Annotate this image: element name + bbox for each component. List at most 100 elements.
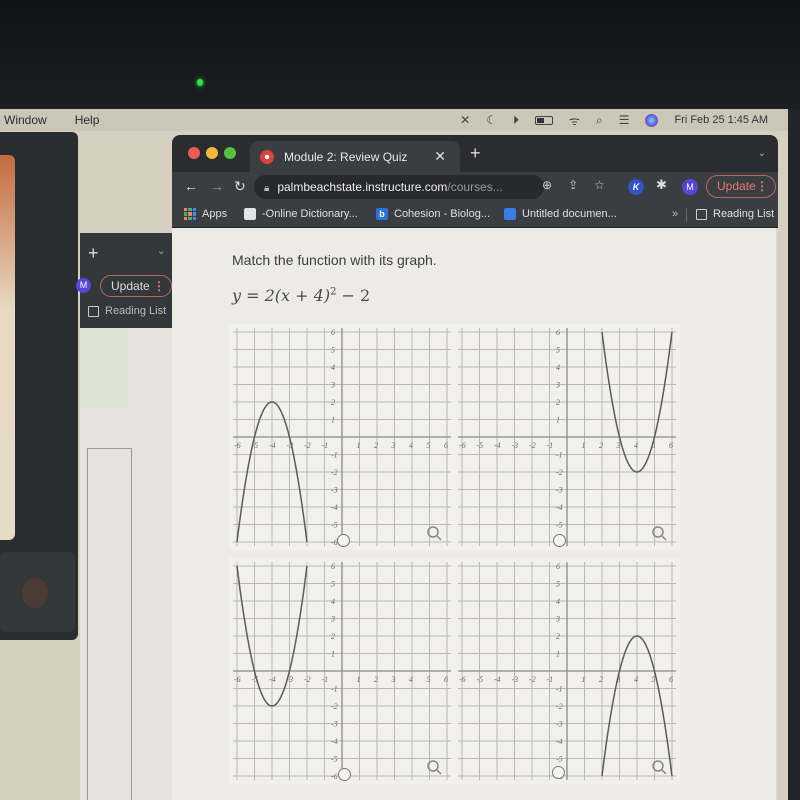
y-tick-label: -3 xyxy=(331,720,338,729)
page-scrollbar[interactable] xyxy=(776,228,778,800)
y-tick-label: 5 xyxy=(331,346,335,355)
battery-icon[interactable] xyxy=(534,115,553,125)
y-tick-label: -1 xyxy=(556,685,563,694)
x-tick-label: 6 xyxy=(444,675,448,684)
forward-button[interactable]: → xyxy=(210,178,224,194)
x-tick-label: -2 xyxy=(304,441,311,450)
new-tab-icon[interactable]: + xyxy=(88,243,99,264)
x-tick-label: -5 xyxy=(477,441,484,450)
menu-window[interactable]: Window xyxy=(4,113,47,127)
background-page xyxy=(80,328,180,800)
x-tick-label: -6 xyxy=(234,675,241,684)
minimize-window-button[interactable] xyxy=(206,147,218,159)
x-tick-label: -4 xyxy=(269,441,276,450)
profile-avatar[interactable]: M xyxy=(682,179,698,195)
x-tick-label: 2 xyxy=(599,441,603,450)
x-tick-label: 1 xyxy=(357,675,361,684)
update-button[interactable]: Update ⋮ xyxy=(100,275,172,297)
siri-icon[interactable] xyxy=(645,113,659,127)
monitor-bezel xyxy=(0,0,800,110)
y-tick-label: 4 xyxy=(556,597,560,606)
y-tick-label: 2 xyxy=(556,398,560,407)
y-tick-label: 4 xyxy=(556,363,560,372)
bookmark-apps[interactable]: Apps xyxy=(184,208,227,220)
x-tick-label: -1 xyxy=(547,675,554,684)
y-tick-label: -3 xyxy=(331,486,338,495)
x-tick-label: 3 xyxy=(391,675,396,684)
radio-option-b[interactable] xyxy=(553,534,566,547)
graph-svg: -6-5-4-3-2-1123456-6-5-4-3-2-1123456 xyxy=(229,558,455,784)
graph-option-c: -6 -5 -4 -3 -2 -1 1 2 3 4 5 6 -6 -5 -4 -3 -2 -1 1 2 3 4 5 6 xyxy=(229,558,455,784)
control-center-icon[interactable]: ☰ xyxy=(619,113,630,127)
address-bar[interactable]: 🔒︎ palmbeachstate.instructure.com/courses… xyxy=(254,175,544,199)
tab-search-chevron-icon[interactable]: ⌄ xyxy=(758,148,766,159)
x-tick-label: 6 xyxy=(669,441,673,450)
share-icon[interactable]: ⇪ xyxy=(568,178,578,192)
play-icon[interactable]: ⏵ xyxy=(513,113,519,128)
graph-option-b: -6-5-4-3-2-1123456-6-5-4-3-2-1123456 xyxy=(454,324,680,550)
moon-icon[interactable]: ☾ xyxy=(486,113,497,127)
background-toolbar: + ⌄ M Update ⋮ Reading List xyxy=(76,233,180,328)
x-tick-label: -4 xyxy=(494,675,501,684)
x-tick-label: 6 xyxy=(444,441,448,450)
maximize-window-button[interactable] xyxy=(224,147,236,159)
reading-list-label: Reading List xyxy=(105,305,167,317)
y-tick-label: 2 xyxy=(331,632,335,641)
y-tick-label: -6 xyxy=(331,772,338,781)
x-tick-label: 1 xyxy=(582,675,586,684)
y-tick-label: -1 xyxy=(331,451,338,460)
x-tick-label: 1 xyxy=(582,441,586,450)
profile-avatar[interactable]: M xyxy=(76,278,91,293)
update-button[interactable]: Update ⋮ xyxy=(706,175,776,198)
radio-option-a[interactable] xyxy=(337,534,350,547)
x-tick-label: -3 xyxy=(512,675,519,684)
camera-indicator-light xyxy=(197,79,203,86)
x-tick-label: -2 xyxy=(304,675,311,684)
search-icon[interactable]: ⌕ xyxy=(596,113,603,128)
bookmark-cohesion-biology[interactable]: b Cohesion - Biolog... xyxy=(376,208,490,220)
y-tick-label: 4 xyxy=(331,597,335,606)
radio-option-c[interactable] xyxy=(338,768,351,781)
bookmark-label: Apps xyxy=(202,208,228,220)
y-tick-label: -4 xyxy=(556,737,563,746)
x-tick-label: -6 xyxy=(459,675,466,684)
y-tick-label: -3 xyxy=(556,486,563,495)
y-tick-label: 5 xyxy=(556,580,560,589)
extension-k-icon[interactable]: K xyxy=(628,179,644,195)
new-tab-button[interactable]: + xyxy=(470,143,481,164)
bookmark-label: Cohesion - Biolog... xyxy=(394,208,490,220)
zoom-icon[interactable]: ⊕ xyxy=(542,178,552,192)
y-tick-label: -4 xyxy=(331,503,338,512)
bluetooth-off-icon[interactable]: ✕ xyxy=(460,113,470,127)
participant-face xyxy=(22,578,48,608)
reading-list-button[interactable]: Reading List xyxy=(696,208,774,220)
chevron-down-icon[interactable]: ⌄ xyxy=(157,246,165,257)
x-tick-label: 5 xyxy=(427,675,431,684)
tab-module-quiz[interactable]: Module 2: Review Quiz ✕ xyxy=(250,141,460,172)
menu-help[interactable]: Help xyxy=(75,113,100,127)
reload-button[interactable]: ↻ xyxy=(234,178,246,195)
wifi-icon[interactable]: ᯤ xyxy=(569,112,580,129)
back-button[interactable]: ← xyxy=(184,178,198,194)
y-tick-label: 5 xyxy=(331,580,335,589)
bookmark-label: -Online Dictionary... xyxy=(262,208,358,220)
x-tick-label: 3 xyxy=(391,441,396,450)
radio-option-d[interactable] xyxy=(552,766,565,779)
reading-list-button[interactable]: Reading List xyxy=(88,305,166,317)
close-tab-icon[interactable]: ✕ xyxy=(434,148,446,165)
kebab-menu-icon: ⋮ xyxy=(756,179,768,193)
bookmark-star-icon[interactable]: ☆ xyxy=(594,178,605,192)
update-label: Update xyxy=(717,179,756,193)
background-browser-window[interactable]: + ⌄ M Update ⋮ Reading List xyxy=(76,233,180,800)
bookmarks-overflow-button[interactable]: » xyxy=(672,208,678,220)
y-tick-label: 3 xyxy=(330,615,335,624)
extensions-puzzle-icon[interactable]: ✱ xyxy=(656,177,667,193)
x-tick-label: -6 xyxy=(459,441,466,450)
video-thumbnail[interactable] xyxy=(0,552,75,632)
y-tick-label: -2 xyxy=(331,702,338,711)
bookmark-online-dictionary[interactable]: -Online Dictionary... xyxy=(244,208,358,220)
menubar-datetime[interactable]: Fri Feb 25 1:45 AM xyxy=(674,114,768,126)
lock-icon: 🔒︎ xyxy=(264,183,270,194)
close-window-button[interactable] xyxy=(188,147,200,159)
bookmark-untitled-document[interactable]: Untitled documen... xyxy=(504,208,617,220)
